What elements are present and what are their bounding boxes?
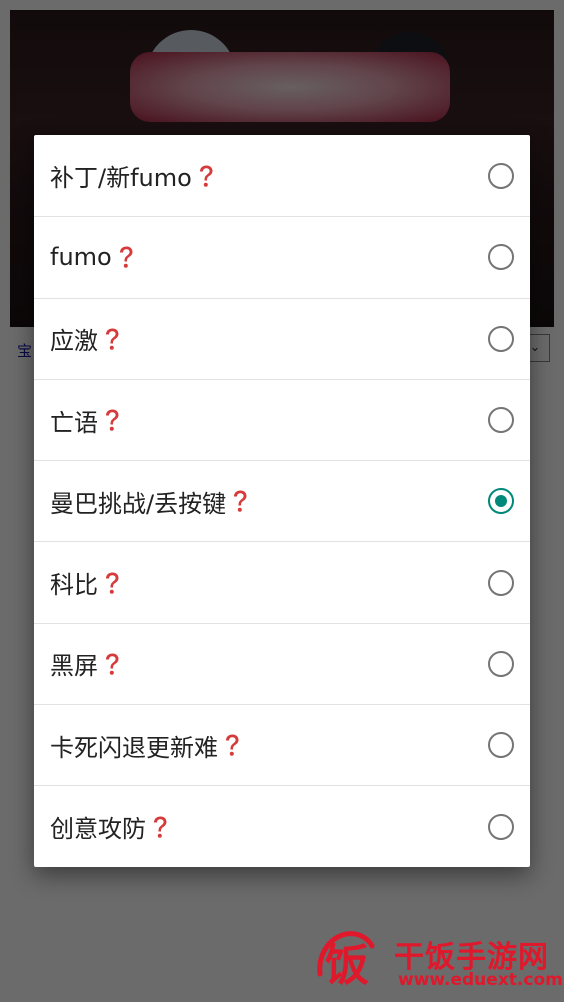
question-mark-icon: [148, 813, 172, 841]
radio-button[interactable]: [488, 244, 514, 271]
watermark-logo-glyph: 饭: [325, 940, 369, 991]
option-label: 科比: [50, 542, 124, 622]
question-mark-icon: [194, 162, 218, 190]
option-stress[interactable]: 应激: [34, 297, 530, 379]
site-watermark: 饭 干饭手游网 www.eduext.com: [312, 926, 563, 992]
radio-button[interactable]: [488, 569, 514, 596]
radio-button[interactable]: [488, 813, 514, 840]
question-mark-icon: [114, 243, 138, 271]
option-patch-new-fumo[interactable]: 补丁/新fumo: [34, 135, 530, 216]
question-mark-icon: [100, 569, 124, 597]
watermark-logo-icon: 饭: [317, 931, 375, 991]
question-mark-icon: [100, 325, 124, 353]
radio-button[interactable]: [488, 650, 514, 677]
option-kobe[interactable]: 科比: [34, 541, 530, 622]
radio-button[interactable]: [488, 407, 514, 434]
option-label: fumo: [50, 217, 138, 297]
single-choice-dialog: 补丁/新fumo fumo 应激 亡语 曼巴挑战/丢按键 科比 黑屏 卡死闪退更…: [34, 135, 530, 867]
option-black-screen[interactable]: 黑屏: [34, 622, 530, 704]
option-fumo[interactable]: fumo: [34, 216, 530, 297]
radio-button[interactable]: [488, 162, 514, 189]
question-mark-icon: [220, 731, 244, 759]
option-label: 黑屏: [50, 624, 124, 704]
question-mark-icon: [100, 650, 124, 678]
question-mark-icon: [228, 487, 252, 515]
radio-button[interactable]: [488, 732, 514, 759]
question-mark-icon: [100, 406, 124, 434]
watermark-site-url: www.eduext.com: [398, 970, 563, 990]
option-label: 应激: [50, 299, 124, 379]
option-mamba-challenge[interactable]: 曼巴挑战/丢按键: [34, 460, 530, 541]
radio-button-selected[interactable]: [488, 488, 514, 515]
option-crash-update[interactable]: 卡死闪退更新难: [34, 704, 530, 785]
option-label: 卡死闪退更新难: [50, 705, 244, 785]
option-label: 曼巴挑战/丢按键: [50, 461, 252, 541]
option-deathrattle[interactable]: 亡语: [34, 378, 530, 460]
option-label: 补丁/新fumo: [50, 135, 218, 216]
option-label: 创意攻防: [50, 786, 172, 866]
option-label: 亡语: [50, 380, 124, 460]
radio-button[interactable]: [488, 325, 514, 352]
option-creative-defense[interactable]: 创意攻防: [34, 785, 530, 866]
